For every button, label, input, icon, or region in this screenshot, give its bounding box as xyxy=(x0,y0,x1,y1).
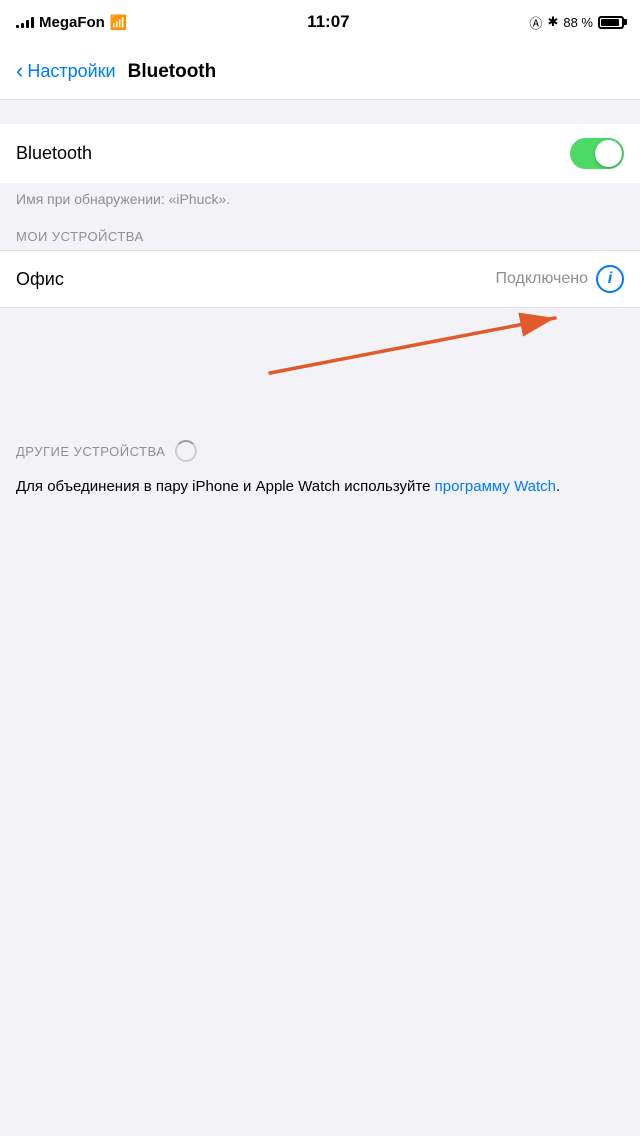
status-left: MegaFon 📶 xyxy=(16,14,127,31)
arrow-svg xyxy=(0,298,640,398)
signal-bars-icon xyxy=(16,16,34,28)
carrier-name: MegaFon xyxy=(39,14,105,31)
status-right: Ⓐ ✱ 88 % xyxy=(529,13,624,32)
other-devices-header: ДРУГИЕ УСТРОЙСТВА xyxy=(16,444,165,459)
page-title: Bluetooth xyxy=(128,61,217,83)
back-label: Настройки xyxy=(27,61,115,82)
description-before: Для объединения в пару iPhone и Apple Wa… xyxy=(16,478,435,495)
arrow-annotation xyxy=(0,308,640,388)
device-row-ofis: Офис Подключено i xyxy=(0,250,640,308)
watch-app-link[interactable]: программу Watch xyxy=(435,478,556,495)
battery-icon xyxy=(598,16,624,29)
wifi-icon: 📶 xyxy=(110,14,127,31)
device-status-area: Подключено i xyxy=(495,265,624,293)
separator-space xyxy=(0,388,640,424)
bluetooth-icon: ✱ xyxy=(547,14,558,30)
device-info-button[interactable]: i xyxy=(596,265,624,293)
bluetooth-toggle[interactable] xyxy=(570,138,624,169)
bluetooth-label: Bluetooth xyxy=(16,143,92,164)
description-text: Для объединения в пару iPhone и Apple Wa… xyxy=(0,468,640,515)
status-time: 11:07 xyxy=(307,12,350,32)
my-devices-header: МОИ УСТРОЙСТВА xyxy=(0,221,640,250)
location-icon: Ⓐ xyxy=(529,13,542,32)
loading-spinner xyxy=(175,440,197,462)
other-devices-section: ДРУГИЕ УСТРОЙСТВА Для объединения в пару… xyxy=(0,432,640,515)
battery-percent: 88 % xyxy=(563,15,593,30)
discovery-note: Имя при обнаружении: «iPhuck». xyxy=(0,183,640,221)
content-area: Bluetooth Имя при обнаружении: «iPhuck».… xyxy=(0,100,640,515)
other-header-row: ДРУГИЕ УСТРОЙСТВА xyxy=(0,432,640,468)
back-button[interactable]: ‹ Настройки xyxy=(16,61,116,82)
description-end: . xyxy=(556,478,560,495)
bluetooth-toggle-group: Bluetooth xyxy=(0,124,640,183)
device-status-text: Подключено xyxy=(495,270,588,288)
toggle-thumb xyxy=(595,140,622,167)
nav-bar: ‹ Настройки Bluetooth xyxy=(0,44,640,100)
chevron-left-icon: ‹ xyxy=(16,60,23,82)
bluetooth-row: Bluetooth xyxy=(0,124,640,183)
device-name: Офис xyxy=(16,269,64,290)
status-bar: MegaFon 📶 11:07 Ⓐ ✱ 88 % xyxy=(0,0,640,44)
